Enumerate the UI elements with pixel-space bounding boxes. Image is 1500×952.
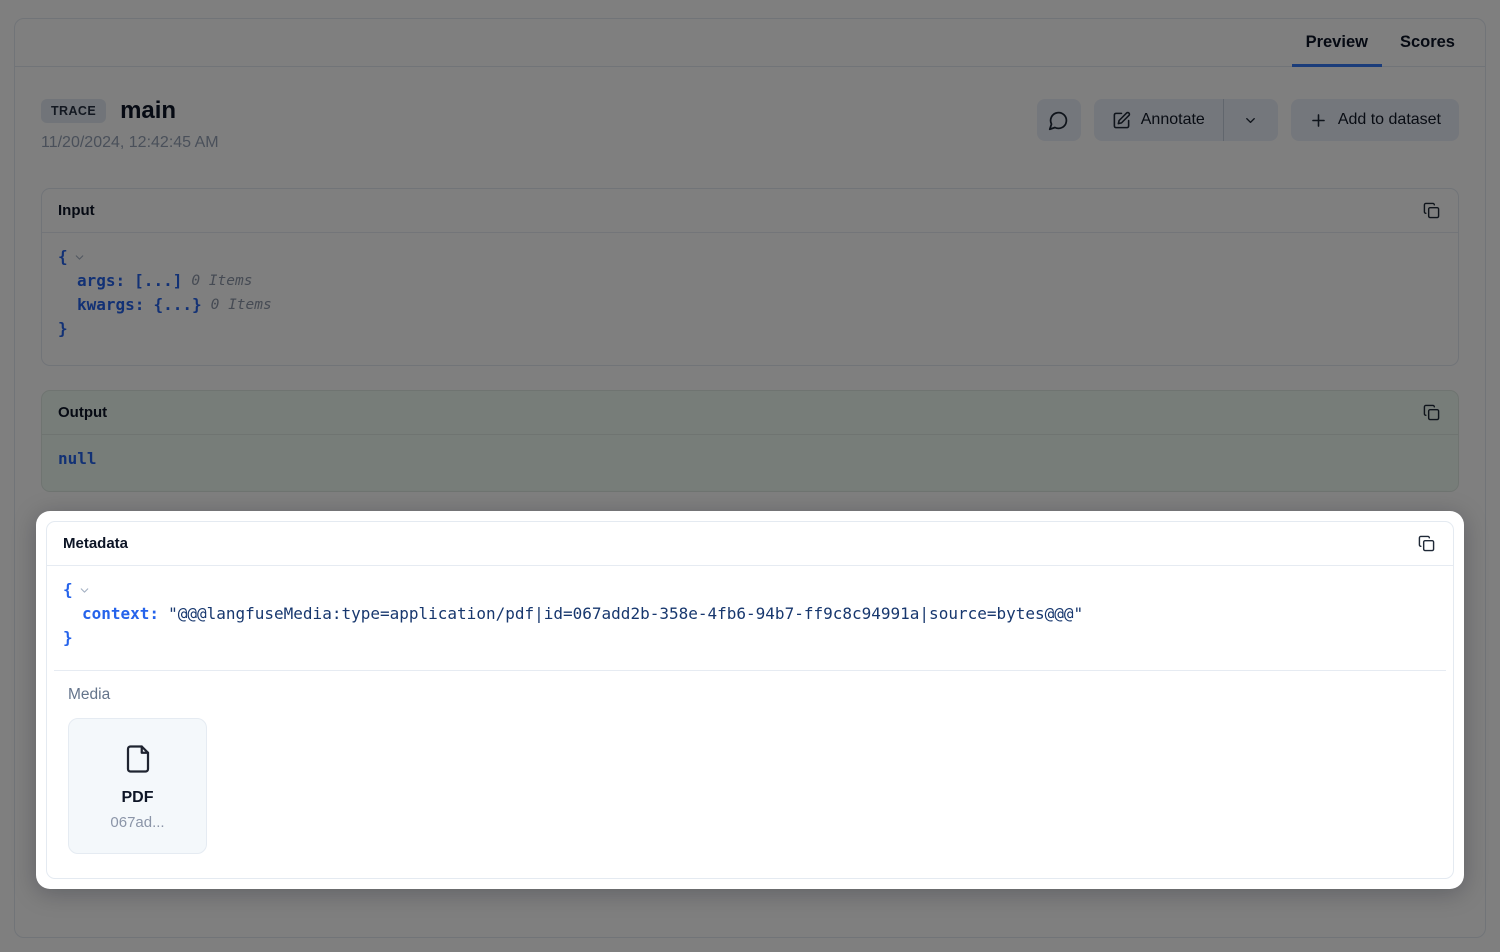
metadata-panel-title: Metadata — [63, 535, 128, 552]
copy-icon — [1423, 404, 1440, 421]
metadata-panel-header: Metadata — [47, 522, 1453, 566]
comment-button[interactable] — [1037, 99, 1081, 141]
annotate-button[interactable]: Annotate — [1094, 99, 1223, 141]
title-block: TRACE main 11/20/2024, 12:42:45 AM — [41, 97, 219, 152]
media-section-label: Media — [68, 686, 1432, 704]
trace-detail-card: Preview Scores TRACE main 11/20/2024, 12… — [14, 18, 1486, 938]
json-item-count: 0 Items — [211, 293, 272, 317]
plus-icon — [1309, 111, 1328, 130]
output-panel-title: Output — [58, 404, 107, 421]
json-collapsed-array[interactable]: [...] — [134, 269, 182, 293]
tab-preview-label: Preview — [1306, 33, 1368, 52]
output-panel-header: Output — [42, 391, 1458, 435]
input-panel-title: Input — [58, 202, 95, 219]
file-icon — [123, 742, 153, 776]
json-row-context: context: "@@@langfuseMedia:type=applicat… — [63, 602, 1437, 626]
input-copy-button[interactable] — [1421, 200, 1442, 221]
json-open-brace: { — [63, 578, 73, 602]
json-null-value: null — [58, 447, 97, 471]
metadata-copy-button[interactable] — [1416, 533, 1437, 554]
trace-title: main — [120, 97, 176, 125]
collapse-json-icon[interactable] — [73, 251, 86, 264]
annotate-label: Annotate — [1141, 111, 1205, 129]
json-key: kwargs: — [77, 293, 144, 317]
metadata-panel: Metadata { context: — [46, 521, 1454, 879]
tab-bar: Preview Scores — [15, 19, 1485, 67]
collapse-json-icon[interactable] — [78, 584, 91, 597]
metadata-spotlight-highlight: Metadata { context: — [36, 511, 1464, 889]
media-section: Media PDF 067ad... — [54, 670, 1446, 878]
annotate-split-button: Annotate — [1094, 99, 1278, 141]
trace-actions: Annotate Add to dataset — [1037, 99, 1459, 141]
media-file-id: 067ad... — [110, 814, 164, 831]
json-open-brace: { — [58, 245, 68, 269]
trace-io-content: Input { args: [...] 0 Items — [41, 188, 1459, 889]
tab-scores[interactable]: Scores — [1384, 19, 1471, 66]
tab-scores-label: Scores — [1400, 33, 1455, 52]
json-close-brace: } — [63, 626, 73, 650]
copy-icon — [1423, 202, 1440, 219]
json-key: args: — [77, 269, 125, 293]
trace-timestamp: 11/20/2024, 12:42:45 AM — [41, 134, 219, 152]
output-panel: Output null — [41, 390, 1459, 492]
add-to-dataset-button[interactable]: Add to dataset — [1291, 99, 1459, 141]
tab-preview[interactable]: Preview — [1290, 19, 1384, 66]
annotate-pen-icon — [1112, 111, 1131, 130]
json-row-args: args: [...] 0 Items — [58, 269, 1442, 293]
json-row-kwargs: kwargs: {...} 0 Items — [58, 293, 1442, 317]
json-close-brace: } — [58, 317, 68, 341]
metadata-json-viewer: { context: "@@@langfuseMedia:type=applic… — [47, 566, 1453, 670]
output-json-viewer: null — [42, 435, 1458, 491]
json-string-value: "@@@langfuseMedia:type=application/pdf|i… — [168, 602, 1083, 626]
trace-type-badge: TRACE — [41, 99, 106, 123]
copy-icon — [1418, 535, 1435, 552]
annotate-dropdown-button[interactable] — [1224, 99, 1278, 141]
chevron-down-icon — [1243, 113, 1258, 128]
json-item-count: 0 Items — [191, 269, 252, 293]
input-panel: Input { args: [...] 0 Items — [41, 188, 1459, 366]
media-file-type: PDF — [122, 789, 154, 807]
output-copy-button[interactable] — [1421, 402, 1442, 423]
chat-bubble-icon — [1048, 110, 1069, 131]
input-json-viewer: { args: [...] 0 Items kwargs: {...} 0 It… — [42, 233, 1458, 365]
json-collapsed-object[interactable]: {...} — [153, 293, 201, 317]
media-file-card[interactable]: PDF 067ad... — [68, 718, 207, 854]
input-panel-header: Input — [42, 189, 1458, 233]
json-key: context: — [82, 602, 159, 626]
trace-header: TRACE main 11/20/2024, 12:42:45 AM Annot… — [41, 97, 1459, 152]
add-to-dataset-label: Add to dataset — [1338, 111, 1441, 129]
